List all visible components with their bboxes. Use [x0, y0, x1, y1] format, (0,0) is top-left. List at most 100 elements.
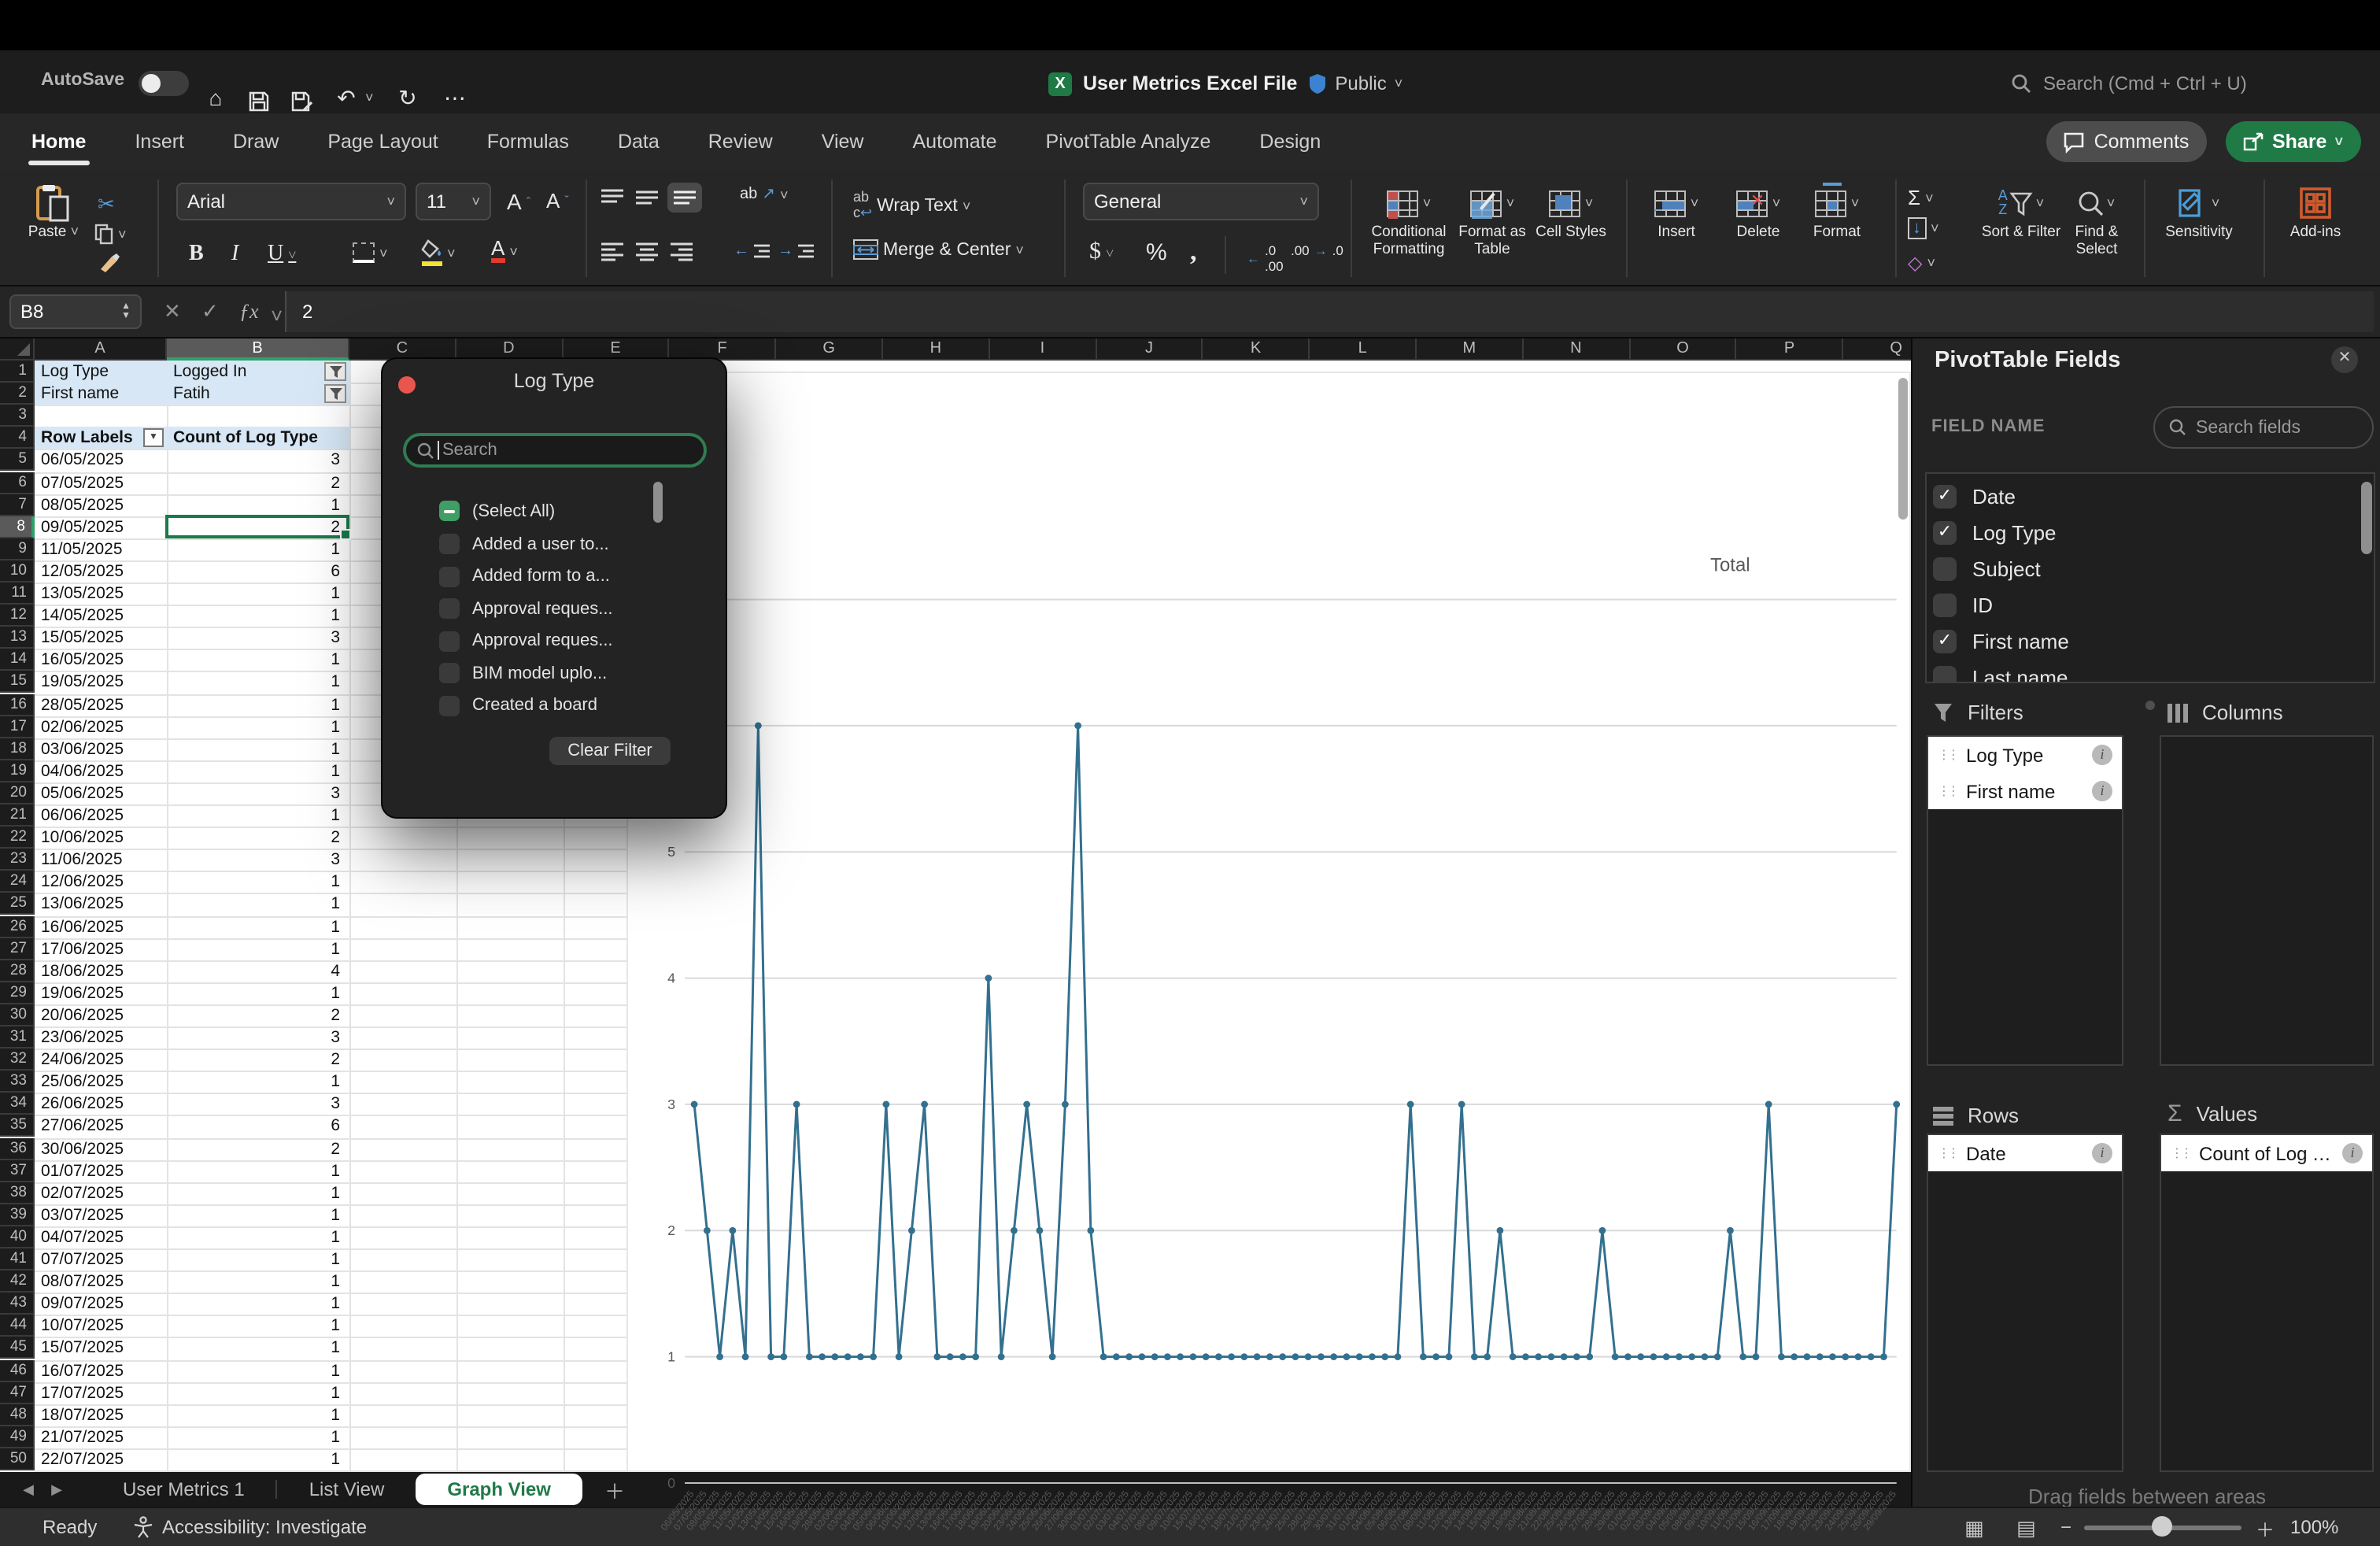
- item-checkbox[interactable]: [439, 598, 460, 619]
- row-header-38[interactable]: 38: [0, 1182, 35, 1204]
- cell-A7[interactable]: 08/05/2025: [35, 494, 167, 516]
- rows-area-box[interactable]: ⋮⋮Datei: [1927, 1134, 2123, 1472]
- columns-area-box[interactable]: [2160, 735, 2374, 1066]
- cell-A39[interactable]: 03/07/2025: [35, 1204, 167, 1226]
- cell-A17[interactable]: 02/06/2025: [35, 716, 167, 738]
- tab-page-layout[interactable]: Page Layout: [324, 121, 441, 162]
- select-all-checkbox[interactable]: [439, 501, 460, 521]
- cell-A35[interactable]: 27/06/2025: [35, 1115, 167, 1137]
- panel-resize-handle[interactable]: [2145, 701, 2155, 710]
- sheet-tab-graph-view[interactable]: Graph View: [416, 1474, 582, 1505]
- sheet-vertical-scrollbar[interactable]: [1898, 378, 1908, 520]
- cell-B24[interactable]: 1: [167, 871, 349, 893]
- cell-B15[interactable]: 1: [167, 671, 349, 693]
- cell-A1[interactable]: Log Type: [35, 361, 167, 383]
- cell-A20[interactable]: 05/06/2025: [35, 782, 167, 804]
- sheet-tab-user-metrics-1[interactable]: User Metrics 1: [91, 1472, 276, 1507]
- cell-B48[interactable]: 1: [167, 1404, 349, 1426]
- cell-B26[interactable]: 1: [167, 915, 349, 938]
- row-header-40[interactable]: 40: [0, 1226, 35, 1248]
- page-layout-view-icon[interactable]: ▤: [2016, 1516, 2036, 1541]
- row-header-45[interactable]: 45: [0, 1337, 35, 1359]
- row-header-14[interactable]: 14: [0, 649, 35, 671]
- column-header-J[interactable]: J: [1096, 338, 1203, 361]
- more-commands-icon[interactable]: ⋯: [438, 82, 472, 117]
- row-header-22[interactable]: 22: [0, 827, 35, 849]
- cell-A18[interactable]: 03/06/2025: [35, 738, 167, 760]
- cell-A26[interactable]: 16/06/2025: [35, 915, 167, 938]
- cell-B16[interactable]: 1: [167, 693, 349, 716]
- cell-B22[interactable]: 2: [167, 827, 349, 849]
- cell-B7[interactable]: 1: [167, 494, 349, 516]
- row-header-11[interactable]: 11: [0, 583, 35, 605]
- field-list-scrollbar[interactable]: [2361, 482, 2372, 554]
- cell-A28[interactable]: 18/06/2025: [35, 960, 167, 982]
- redo-icon[interactable]: ↻: [390, 82, 425, 117]
- row-header-17[interactable]: 17: [0, 716, 35, 738]
- row-header-8[interactable]: 8: [0, 516, 35, 538]
- paste-button[interactable]: Paste ˅: [13, 186, 94, 241]
- next-sheet-icon[interactable]: ▶: [44, 1481, 69, 1498]
- cell-A47[interactable]: 17/07/2025: [35, 1381, 167, 1404]
- cell-B18[interactable]: 1: [167, 738, 349, 760]
- filter-item--select-all-[interactable]: (Select All): [439, 499, 555, 523]
- column-header-G[interactable]: G: [776, 338, 883, 361]
- tab-review[interactable]: Review: [705, 121, 776, 162]
- cell-B34[interactable]: 3: [167, 1093, 349, 1115]
- cell-A11[interactable]: 13/05/2025: [35, 583, 167, 605]
- row-header-2[interactable]: 2: [0, 383, 35, 405]
- column-header-P[interactable]: P: [1737, 338, 1844, 361]
- tab-formulas[interactable]: Formulas: [484, 121, 572, 162]
- merge-center-button[interactable]: Merge & Center˅: [853, 239, 1024, 260]
- zoom-out-icon[interactable]: −: [2060, 1516, 2071, 1538]
- cell-B23[interactable]: 3: [167, 849, 349, 871]
- cell-A19[interactable]: 04/06/2025: [35, 760, 167, 782]
- decrease-indent-button[interactable]: ←: [734, 242, 770, 260]
- column-header-N[interactable]: N: [1524, 338, 1631, 361]
- cell-A45[interactable]: 15/07/2025: [35, 1337, 167, 1359]
- fx-icon[interactable]: ƒx: [239, 299, 259, 324]
- cell-A42[interactable]: 08/07/2025: [35, 1270, 167, 1293]
- search-fields-input[interactable]: Search fields: [2153, 406, 2374, 449]
- chip-log-type[interactable]: ⋮⋮Log Typei: [1928, 737, 2122, 773]
- cell-A40[interactable]: 04/07/2025: [35, 1226, 167, 1248]
- zoom-in-icon[interactable]: ＋: [2256, 1516, 2275, 1543]
- fill-button[interactable]: ↓˅: [1908, 217, 1939, 239]
- cell-A31[interactable]: 23/06/2025: [35, 1026, 167, 1049]
- unchecked-checkbox-icon[interactable]: [1933, 666, 1957, 683]
- format-painter-icon[interactable]: [98, 252, 120, 272]
- fill-color-button[interactable]: ˅: [422, 239, 456, 266]
- field-log-type[interactable]: ✓Log Type: [1933, 515, 2057, 551]
- cell-A29[interactable]: 19/06/2025: [35, 982, 167, 1004]
- cell-A25[interactable]: 13/06/2025: [35, 893, 167, 915]
- orientation-button[interactable]: ab↗˅: [740, 186, 789, 203]
- column-header-K[interactable]: K: [1203, 338, 1310, 361]
- dialog-scrollbar[interactable]: [653, 482, 663, 523]
- cell-B11[interactable]: 1: [167, 583, 349, 605]
- tab-draw[interactable]: Draw: [230, 121, 282, 162]
- cell-A5[interactable]: 06/05/2025: [35, 449, 167, 472]
- namebox-spinner-icon[interactable]: ▲▼: [121, 302, 131, 321]
- row-header-20[interactable]: 20: [0, 782, 35, 804]
- borders-button[interactable]: ˅: [353, 242, 388, 263]
- cell-B9[interactable]: 1: [167, 538, 349, 560]
- align-bottom-button[interactable]: [667, 183, 702, 213]
- shrink-font-button[interactable]: Aˇ: [546, 189, 569, 213]
- chip-count-of-log-ty-[interactable]: ⋮⋮Count of Log Ty...i: [2161, 1135, 2372, 1171]
- home-icon[interactable]: ⌂: [198, 82, 233, 117]
- select-all-corner[interactable]: [0, 338, 35, 361]
- cell-B36[interactable]: 2: [167, 1137, 349, 1160]
- filter-item-added-form-to-a-[interactable]: Added form to a...: [439, 564, 610, 588]
- grow-font-button[interactable]: Aˆ: [507, 189, 530, 214]
- row-header-3[interactable]: 3: [0, 405, 35, 427]
- row-header-37[interactable]: 37: [0, 1160, 35, 1182]
- cell-A46[interactable]: 16/07/2025: [35, 1359, 167, 1381]
- cut-icon[interactable]: ✂: [98, 192, 115, 217]
- decrease-decimal-button[interactable]: .00→.0: [1291, 242, 1343, 258]
- cell-A34[interactable]: 26/06/2025: [35, 1093, 167, 1115]
- item-checkbox[interactable]: [439, 631, 460, 651]
- cell-A49[interactable]: 21/07/2025: [35, 1426, 167, 1448]
- cell-A32[interactable]: 24/06/2025: [35, 1049, 167, 1071]
- cell-A14[interactable]: 16/05/2025: [35, 649, 167, 671]
- column-header-L[interactable]: L: [1310, 338, 1417, 361]
